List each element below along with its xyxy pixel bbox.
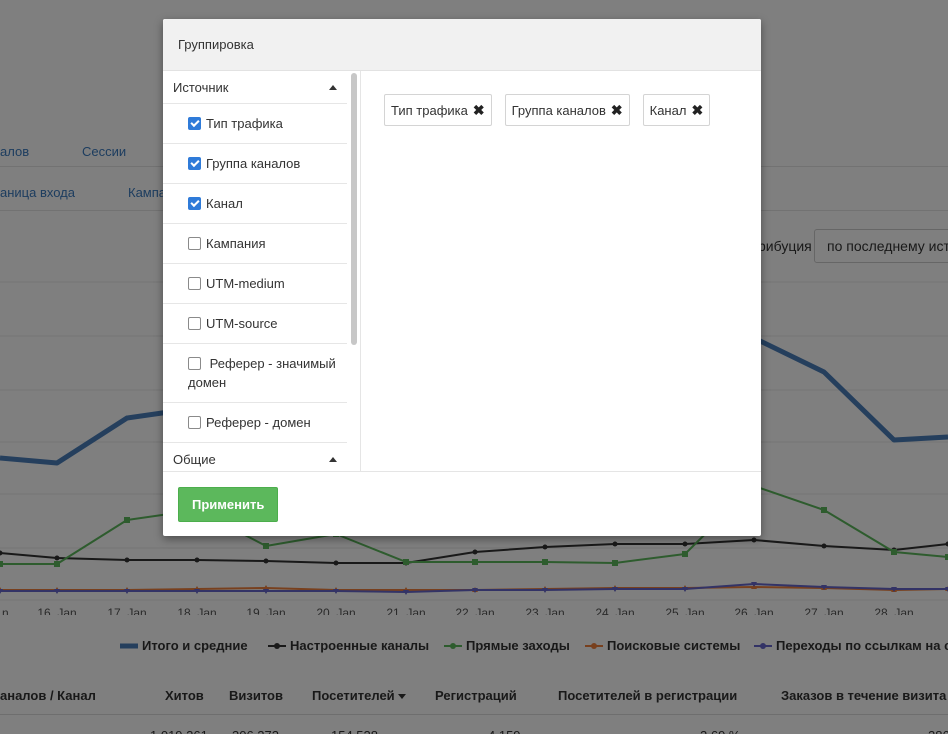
dimension-item-label: Реферер - домен [206, 415, 311, 430]
group-header-0[interactable]: Источник [163, 71, 347, 104]
group-header-label: Общие [173, 452, 216, 467]
remove-tag-icon[interactable]: ✖ [611, 103, 623, 117]
dimension-item-label: Тип трафика [206, 116, 283, 131]
dimension-item-label: Канал [206, 196, 243, 211]
tag-label: Канал [649, 102, 687, 118]
checkbox[interactable] [188, 416, 201, 429]
selected-dimension-tag: Тип трафика ✖ [384, 94, 492, 126]
selected-dimension-tag: Канал ✖ [642, 94, 711, 126]
checkbox[interactable] [188, 317, 201, 330]
checkbox[interactable] [188, 357, 201, 370]
dimension-item[interactable]: Кампания [163, 224, 347, 264]
caret-up-icon[interactable] [329, 85, 337, 90]
dimension-list: Источник Тип трафика Группа каналов Кана… [163, 71, 347, 471]
tag-label: Группа каналов [511, 102, 606, 118]
dimension-item[interactable]: Группа каналов [163, 144, 347, 184]
modal-title: Группировка [163, 19, 761, 71]
grouping-modal: Группировка Источник Тип трафика Группа … [163, 19, 761, 536]
checkbox-checked[interactable] [188, 157, 201, 170]
caret-up-icon[interactable] [329, 457, 337, 462]
scrollbar-thumb[interactable] [351, 73, 357, 345]
apply-button[interactable]: Применить [178, 487, 279, 522]
selected-dimension-tag: Группа каналов ✖ [504, 94, 630, 126]
checkbox-checked[interactable] [188, 117, 201, 130]
dimension-item[interactable]: Реферер - значимый домен [163, 344, 347, 403]
checkbox[interactable] [188, 277, 201, 290]
selected-dimensions-panel: Тип трафика ✖ Группа каналов ✖ Канал ✖ [362, 71, 761, 471]
checkbox-checked[interactable] [188, 197, 201, 210]
remove-tag-icon[interactable]: ✖ [691, 103, 703, 117]
modal-footer: Применить [163, 471, 761, 536]
modal-body: Источник Тип трафика Группа каналов Кана… [163, 71, 761, 471]
group-header-label: Источник [173, 80, 229, 95]
dimension-item[interactable]: Тип трафика [163, 104, 347, 144]
dimension-item-label: UTM-source [206, 316, 278, 331]
checkbox[interactable] [188, 237, 201, 250]
dimension-item-label: Реферер - значимый домен [188, 356, 336, 390]
remove-tag-icon[interactable]: ✖ [473, 103, 485, 117]
group-header-1[interactable]: Общие [163, 443, 347, 471]
dimension-item-label: Кампания [206, 236, 266, 251]
dimension-list-panel: Источник Тип трафика Группа каналов Кана… [163, 71, 361, 471]
dimension-item-label: Группа каналов [206, 156, 301, 171]
dimension-item-label: UTM-medium [206, 276, 285, 291]
dimension-item[interactable]: UTM-medium [163, 264, 347, 304]
dimension-item[interactable]: UTM-source [163, 304, 347, 344]
dimension-item[interactable]: Реферер - домен [163, 403, 347, 443]
dimension-item[interactable]: Канал [163, 184, 347, 224]
tag-label: Тип трафика [391, 102, 468, 118]
